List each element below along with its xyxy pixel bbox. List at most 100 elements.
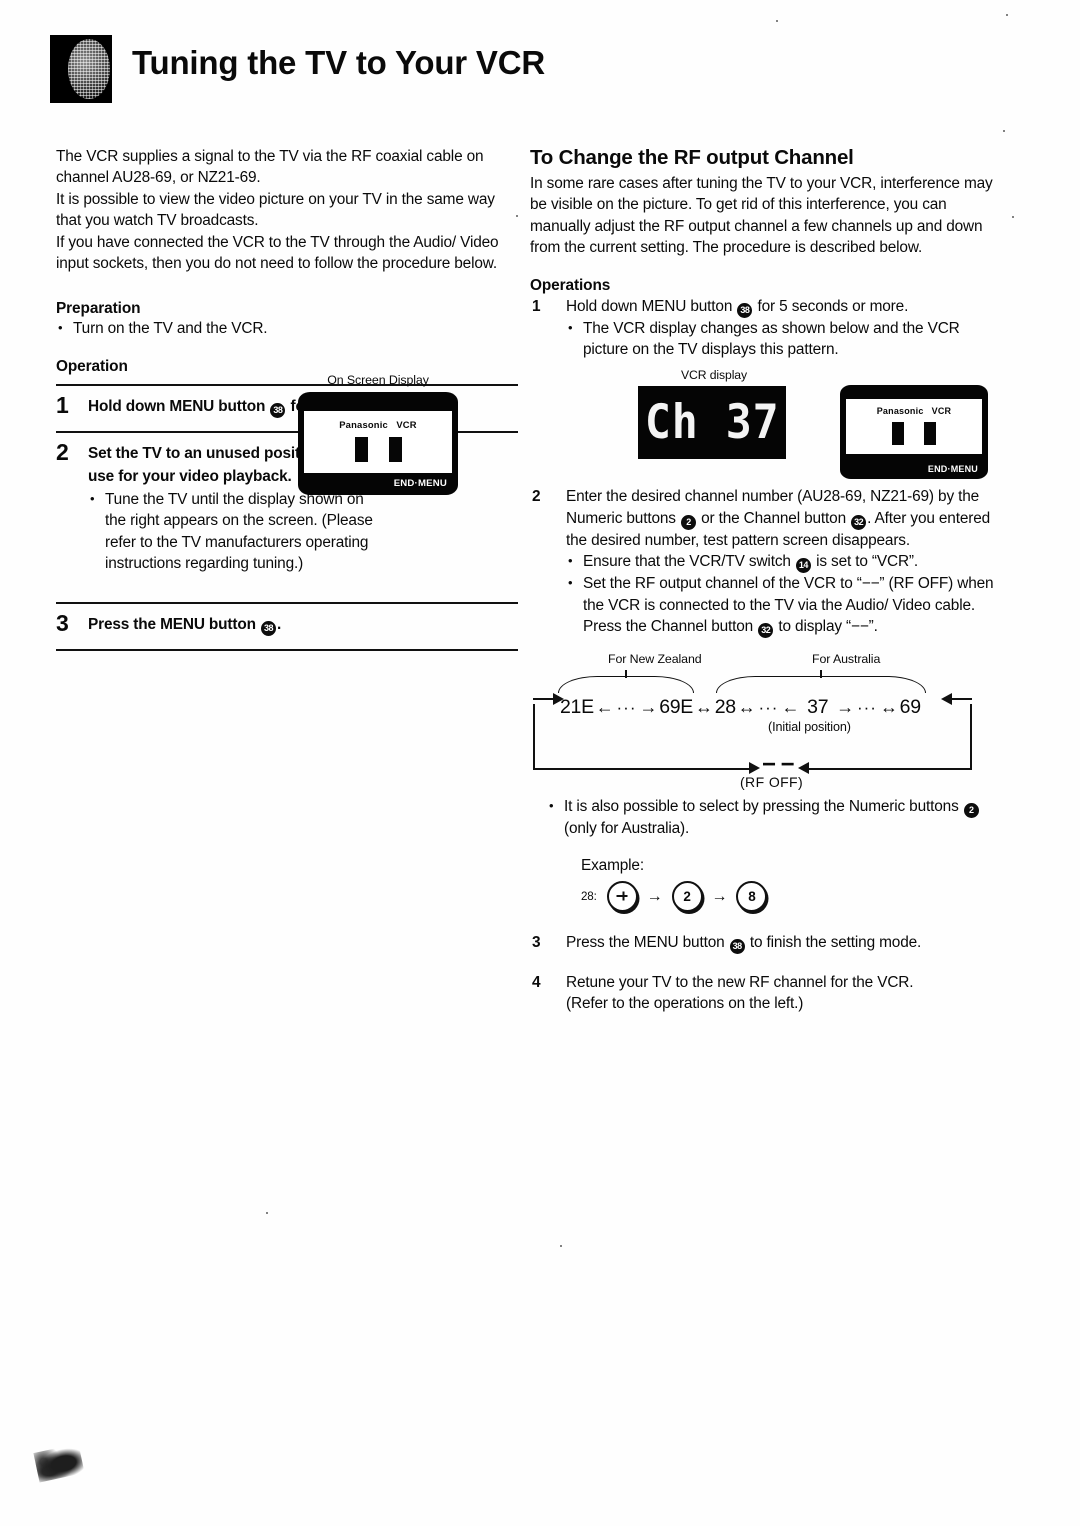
operations-step-1-bullet: The VCR display changes as shown below a…: [566, 317, 1000, 361]
intro-paragraph-3: If you have connected the VCR to the TV …: [56, 233, 499, 273]
diagram-nz-end: 69E: [659, 696, 693, 719]
tv-brand-panasonic: Panasonic: [876, 406, 924, 417]
diagram-au-start: 28: [714, 696, 736, 719]
tv-screen: Panasonic VCR: [846, 399, 982, 455]
numeric-note-bullet: It is also possible to select by pressin…: [547, 795, 1000, 839]
diagram-loop-bottom-left: [533, 768, 755, 771]
step-2-bullet-2: Set the RF output channel of the VCR to …: [566, 572, 1000, 639]
step-number: 2: [56, 438, 69, 465]
diagram-channel-chain: 21E ← ··· → 69E ↔ 28 ↔ ··· ← 37 → ··· ↔ …: [530, 696, 1000, 719]
tv-test-bar: [892, 422, 904, 446]
step-text-before: Hold down MENU button: [88, 397, 266, 415]
step-2-part2: or the Channel button: [701, 509, 846, 527]
button-ref-32-icon: 32: [758, 623, 774, 639]
button-ref-38-icon: 38: [261, 621, 277, 637]
button-ref-32-icon: 32: [851, 514, 867, 530]
diagram-arrow-both: ↔: [879, 697, 898, 718]
scan-artifact-smudge: [33, 1443, 85, 1483]
step-text-after: .: [277, 616, 282, 634]
operation-step-3: 3 Press the MENU button 38.: [56, 604, 518, 649]
operations-step-4: 4 Retune your TV to the new RF channel f…: [530, 972, 1000, 1015]
vcr-display-illustration-row: VCR display Ch 37 Panasonic VCR END·MENU: [530, 368, 1000, 480]
diagram-arrow-head-right: [749, 762, 760, 775]
tv-end-menu-label: END·MENU: [393, 478, 447, 489]
bullet-2-after: to display “−−”.: [778, 618, 878, 636]
operations-step-3: 3 Press the MENU button 38 to finish the…: [530, 932, 1000, 954]
intro-paragraph-1: The VCR supplies a signal to the TV via …: [56, 148, 484, 187]
tv-brand-panasonic: Panasonic: [339, 419, 388, 430]
step-4-line1: Retune your TV to the new RF channel for…: [566, 973, 914, 991]
tv-test-bar: [924, 422, 936, 446]
diagram-arrow-both: ↔: [694, 697, 713, 718]
diagram-rf-off-note: (RF OFF): [740, 774, 804, 791]
step-text: Press the MENU button 38.: [88, 613, 518, 637]
button-ref-38-icon: 38: [270, 402, 286, 418]
tv-test-bar: [354, 437, 368, 462]
diagram-brace-australia: [716, 670, 926, 694]
numeric-note-before: It is also possible to select by pressin…: [564, 798, 959, 816]
example-arrow: →: [646, 887, 663, 905]
button-ref-2-icon: 2: [963, 803, 979, 819]
scan-speck: [776, 20, 778, 22]
diagram-arrow-left: ←: [781, 697, 800, 718]
step-divider-3: [56, 649, 518, 652]
document-page: Tuning the TV to Your VCR The VCR suppli…: [0, 0, 1080, 1526]
vcr-display-value: Ch 37: [644, 395, 780, 451]
vcr-display-panel: Ch 37: [638, 386, 786, 460]
bullet-2-before: Press the Channel button: [583, 618, 754, 636]
diagram-label-new-zealand: For New Zealand: [608, 652, 702, 667]
tv-brand-text: Panasonic VCR: [304, 419, 452, 430]
scan-speck: [516, 215, 518, 217]
diagram-arrow-right: →: [836, 697, 854, 718]
osd-caption: On Screen Display: [327, 373, 429, 387]
diagram-loop-right: [970, 704, 972, 771]
step-2-bullet-1: Ensure that the VCR/TV switch 14 is set …: [566, 550, 1000, 574]
example-label: Example:: [581, 857, 644, 875]
numeric-key-8: 8: [736, 880, 768, 912]
diagram-brace-new-zealand: [558, 670, 694, 694]
diagram-loop-left: [533, 704, 535, 771]
section-intro: In some rare cases after tuning the TV t…: [530, 175, 993, 257]
tv-brand-vcr: VCR: [396, 419, 417, 430]
step-2-bullet-wrap: Tune the TV until the display shown on t…: [88, 488, 378, 575]
example-block: Example: 28: → 2 → 8: [530, 855, 1000, 912]
diagram-arrow-both: ↔: [737, 697, 756, 718]
scan-speck: [1012, 216, 1014, 218]
vcr-display-caption: VCR display: [681, 368, 747, 383]
tv-screen: Panasonic VCR: [304, 411, 452, 473]
operations-step-2: 2 Enter the desired channel number (AU28…: [530, 486, 1000, 639]
button-ref-14-icon: 14: [795, 558, 811, 574]
intro-paragraph-2: It is possible to view the video picture…: [56, 190, 495, 230]
tv-graphic: Panasonic VCR END·MENU: [840, 385, 988, 480]
bullet-2-text: Set the RF output channel of the VCR to …: [583, 575, 994, 614]
bullet-1-after: is set to “VCR”.: [816, 553, 919, 571]
diagram-arrow-left: ←: [595, 697, 614, 718]
diagram-au-end: 69: [899, 696, 921, 719]
vcr-display-illustration: VCR display Ch 37: [638, 368, 790, 460]
step-text-before: Hold down MENU button: [566, 297, 733, 315]
right-column: To Change the RF output Channel In some …: [530, 146, 1000, 1015]
numeric-buttons-note: It is also possible to select by pressin…: [530, 795, 1000, 839]
operations-heading: Operations: [530, 276, 611, 294]
bullet-1-before: Ensure that the VCR/TV switch: [583, 553, 791, 571]
numeric-note-after: (only for Australia).: [564, 820, 690, 838]
diagram-dots: ···: [616, 697, 637, 717]
diagram-dots: ···: [758, 697, 779, 717]
step-number: 2: [532, 488, 541, 506]
operations-step-1: 1 Hold down MENU button 38 for 5 seconds…: [530, 296, 1000, 361]
diagram-initial-position-note: (Initial position): [768, 720, 851, 735]
step-2-bullet: Tune the TV until the display shown on t…: [88, 488, 378, 575]
page-title: Tuning the TV to Your VCR: [132, 44, 545, 81]
preparation-bullet: Turn on the TV and the VCR.: [56, 317, 518, 339]
step-text-before: Press the MENU button: [88, 616, 256, 634]
step-4-line2: (Refer to the operations on the left.): [566, 995, 804, 1013]
step-number: 3: [56, 610, 69, 637]
scan-speck: [266, 1212, 268, 1214]
example-arrow: →: [711, 887, 728, 905]
button-ref-2-icon: 2: [680, 514, 696, 530]
tv-test-bar: [388, 437, 402, 462]
diagram-dots: ···: [856, 697, 877, 717]
diagram-label-australia: For Australia: [812, 652, 881, 667]
example-key-sequence: 28: → 2 → 8: [581, 880, 1000, 912]
tv-pattern-illustration: Panasonic VCR END·MENU: [840, 385, 988, 480]
